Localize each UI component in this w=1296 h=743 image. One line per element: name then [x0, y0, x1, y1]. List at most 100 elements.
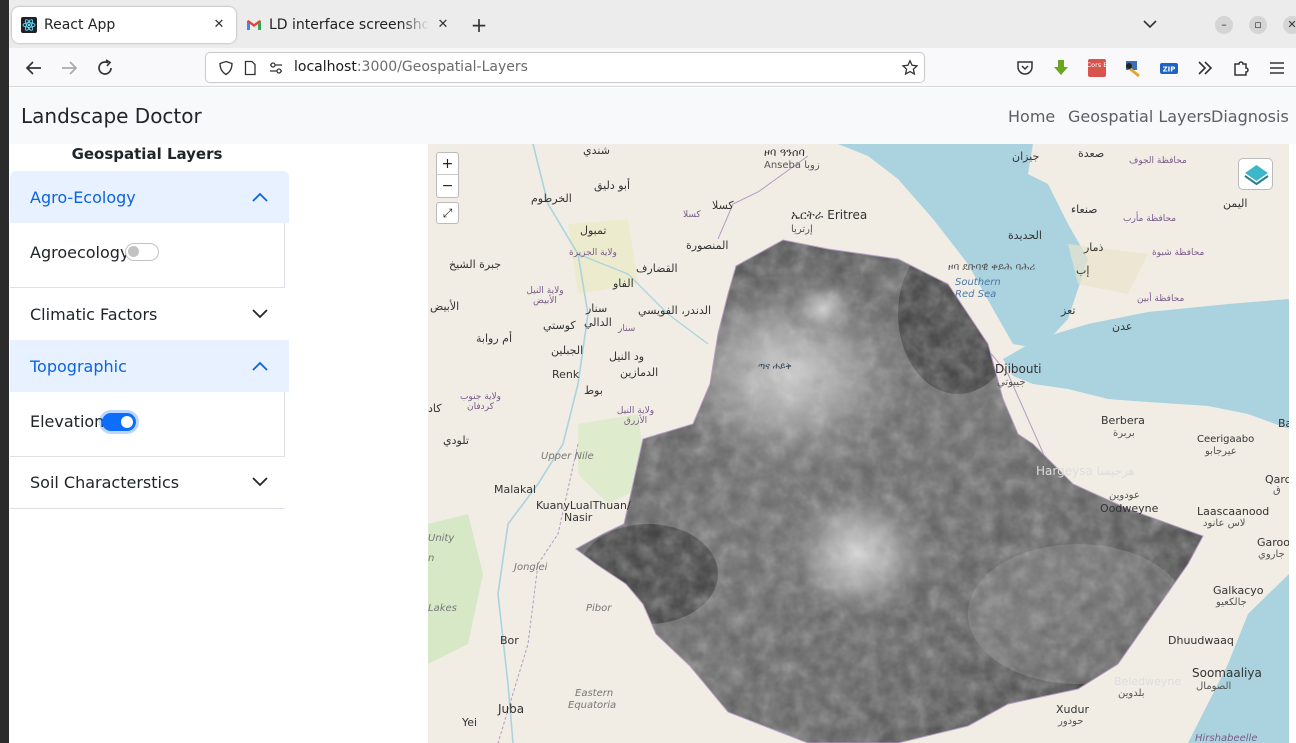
map-label: عيرجابو: [1205, 446, 1237, 457]
accordion-header-agro-ecology[interactable]: Agro-Ecology: [10, 171, 289, 223]
map-label: Ceerigaabo: [1197, 434, 1255, 445]
map-label: Pibor: [586, 603, 612, 614]
map-label: ዞባ ደቡባዊ ቀይሕ ባሕሪ: [948, 262, 1036, 273]
window-close-icon[interactable]: ✕: [1283, 16, 1296, 34]
map-label: الصومال: [1196, 681, 1232, 692]
toggle-knob: [128, 246, 139, 257]
layers-sidebar: Geospatial Layers Agro-Ecology Agroecolo…: [9, 144, 294, 743]
map-label: جبرة الشيخ: [449, 258, 502, 271]
pocket-icon[interactable]: [1015, 58, 1035, 78]
paint-extension-icon[interactable]: [1123, 58, 1143, 78]
zoom-control: + −: [436, 152, 459, 198]
chevron-down-icon: [251, 306, 269, 320]
menu-hamburger-icon[interactable]: [1267, 58, 1287, 78]
map-label: كسلا: [712, 199, 734, 212]
forward-arrow-icon[interactable]: [58, 57, 80, 79]
address-bar[interactable]: localhost:3000/Geospatial-Layers: [205, 52, 925, 83]
elevation-toggle[interactable]: [102, 413, 136, 431]
map-label: المنصورة: [686, 239, 729, 252]
map-label: تعز: [1061, 304, 1076, 317]
page-icon[interactable]: [242, 60, 258, 76]
map-label: لاس عانود: [1203, 518, 1246, 529]
layers-control-icon[interactable]: [1238, 158, 1273, 190]
extensions-puzzle-icon[interactable]: [1231, 58, 1251, 78]
map-label: Soomaaliya: [1192, 666, 1262, 680]
site-permissions-icon[interactable]: [268, 60, 284, 76]
map-label: الحديدة: [1008, 229, 1042, 242]
reload-icon[interactable]: [94, 57, 116, 79]
map-label: ولاية جنوب كردفان: [459, 392, 502, 412]
map-label: إب: [1076, 264, 1090, 277]
tab-gmail[interactable]: LD interface screenshot - ✕: [242, 7, 460, 43]
nav-link-diagnosis[interactable]: Diagnosis: [1211, 107, 1289, 126]
map-label: الأبيض: [430, 300, 460, 313]
layer-label-agroecology: Agroecology: [30, 243, 130, 262]
map-label: تمبول: [580, 224, 607, 237]
map-label: Yei: [462, 716, 478, 729]
close-icon[interactable]: ✕: [434, 16, 452, 34]
url-text[interactable]: localhost:3000/Geospatial-Layers: [294, 59, 528, 75]
bookmark-star-icon[interactable]: [901, 59, 919, 77]
gmail-favicon-icon: [246, 17, 262, 33]
map-label: Malakal: [494, 483, 537, 496]
map-label: ولاية النيل الأبيض: [526, 286, 564, 306]
map-label: n: [428, 553, 435, 564]
map-label: Unity: [428, 533, 455, 544]
accordion-header-topographic[interactable]: Topographic: [10, 340, 289, 392]
chevron-up-icon: [251, 358, 269, 372]
map-label: ጣና ሐይቅ: [758, 362, 792, 372]
map-label: ق: [1273, 485, 1281, 496]
brand-title[interactable]: Landscape Doctor: [21, 104, 202, 128]
minimize-icon[interactable]: –: [1215, 16, 1233, 34]
fullscreen-button[interactable]: ⤢: [436, 202, 459, 224]
tab-react-app[interactable]: React App ✕: [12, 7, 236, 43]
new-tab-plus-icon[interactable]: +: [468, 14, 490, 36]
map-label: الخرطوم: [531, 192, 572, 205]
browser-tabstrip: React App ✕ LD interface screenshot - ✕ …: [9, 0, 1296, 48]
agroecology-toggle[interactable]: [125, 243, 159, 261]
react-favicon-icon: [21, 17, 37, 33]
chevron-down-icon[interactable]: [1140, 14, 1160, 34]
map-label: محافظة الجوف: [1129, 156, 1187, 166]
map-label: الدمازين: [620, 366, 659, 379]
map-label: سنار: [586, 302, 608, 315]
map-label: ود النيل: [609, 350, 645, 363]
map-label: Red Sea: [955, 289, 997, 300]
page-content: Landscape Doctor Home Geospatial Layers …: [9, 88, 1296, 743]
divider: [10, 508, 285, 509]
cors-extension-icon[interactable]: Cors E: [1087, 58, 1107, 78]
nav-link-geospatial-layers[interactable]: Geospatial Layers: [1068, 107, 1211, 126]
map-label: Hargeysa هرجيسا: [1036, 464, 1135, 478]
map-label: Juba: [498, 702, 525, 716]
zoom-in-button[interactable]: +: [437, 153, 458, 175]
chevron-down-icon: [251, 474, 269, 488]
map-label: Renk: [552, 368, 580, 381]
overflow-chevrons-icon[interactable]: [1195, 58, 1215, 78]
chevron-up-icon: [251, 189, 269, 203]
back-arrow-icon[interactable]: [23, 57, 45, 79]
tab-title: React App: [44, 17, 116, 33]
map-label: Nasir: [564, 511, 593, 524]
map-label: Eastern: [575, 688, 614, 699]
close-icon[interactable]: ✕: [210, 16, 228, 34]
map-label: جيبوتي: [997, 377, 1026, 388]
nav-link-home[interactable]: Home: [1008, 107, 1055, 126]
map-view[interactable]: ዞባ ዓንሰባ Anseba زوبا ኤርትራ Eritrea إرتريا …: [428, 144, 1289, 743]
shield-icon[interactable]: [218, 60, 234, 76]
zoom-out-button[interactable]: −: [437, 175, 458, 197]
download-arrow-icon[interactable]: [1051, 58, 1071, 78]
map-label: محافظة مأرب: [1123, 214, 1177, 224]
map-label: اليمن: [1223, 197, 1248, 210]
map-label: كسلا: [683, 210, 701, 220]
accordion-header-climatic-factors[interactable]: Climatic Factors: [10, 288, 289, 340]
accordion-header-soil-characteristics[interactable]: Soil Characterstics: [10, 456, 289, 508]
map-label: Oodweyne: [1100, 502, 1159, 515]
map-label: Hirshabeelle: [1195, 733, 1258, 743]
maximize-icon[interactable]: ▫: [1249, 16, 1267, 34]
map-label: جاروي: [1258, 549, 1285, 560]
map-label: Galkacyo: [1213, 584, 1264, 597]
zip-extension-icon[interactable]: ZIP: [1159, 58, 1179, 78]
map-label: عدن: [1112, 320, 1133, 333]
map-label: كاد: [428, 402, 442, 415]
toggle-knob: [121, 416, 133, 428]
